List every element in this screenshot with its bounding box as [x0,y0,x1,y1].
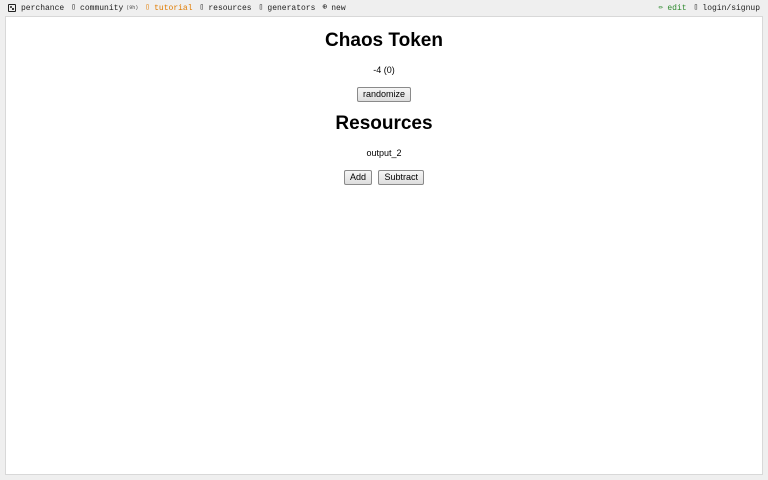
resources-icon: ▯ [199,3,205,12]
nav-resources[interactable]: ▯ resources [200,4,252,13]
chaos-button-row: randomize [6,84,762,102]
nav-tutorial-label: tutorial [154,3,193,13]
nav-new-label: new [331,3,346,13]
top-nav-bar: perchance ▯ community (9h) ▯ tutorial ▯ … [0,0,768,16]
nav-edit[interactable]: ✏ edit [659,4,687,13]
community-count-badge: (9h) [126,5,139,11]
nav-new[interactable]: ⊕ new [322,4,345,13]
chaos-token-value: -4 (0) [373,65,395,75]
pencil-icon: ✏ [658,3,664,12]
nav-right: ✏ edit ▯ login/signup [659,4,760,13]
nav-community[interactable]: ▯ community (9h) [71,4,138,13]
nav-edit-label: edit [667,3,687,13]
nav-left: perchance ▯ community (9h) ▯ tutorial ▯ … [8,4,353,13]
generator-output-panel: Chaos Token -4 (0) randomize Resources o… [5,16,763,475]
randomize-button[interactable]: randomize [356,86,412,102]
nav-login-label: login/signup [702,3,760,13]
tutorial-icon: ▯ [145,3,151,12]
nav-tutorial[interactable]: ▯ tutorial [145,4,192,13]
nav-resources-label: resources [208,3,252,13]
nav-perchance-label: perchance [21,3,65,13]
nav-perchance[interactable]: perchance [8,4,64,13]
nav-community-label: community [80,3,124,13]
generators-icon: ▯ [258,3,264,12]
nav-login-signup[interactable]: ▯ login/signup [694,4,760,13]
nav-generators[interactable]: ▯ generators [259,4,316,13]
nav-generators-label: generators [267,3,316,13]
community-icon: ▯ [71,3,77,12]
resources-heading: Resources [335,113,433,134]
add-button[interactable]: Add [344,169,373,185]
resources-value: output_2 [366,148,402,158]
login-icon: ▯ [693,3,699,12]
dice-icon [8,4,16,12]
subtract-button[interactable]: Subtract [378,169,424,185]
chaos-token-heading: Chaos Token [325,30,443,51]
plus-circle-icon: ⊕ [322,3,328,12]
resources-button-row: Add Subtract [6,167,762,185]
